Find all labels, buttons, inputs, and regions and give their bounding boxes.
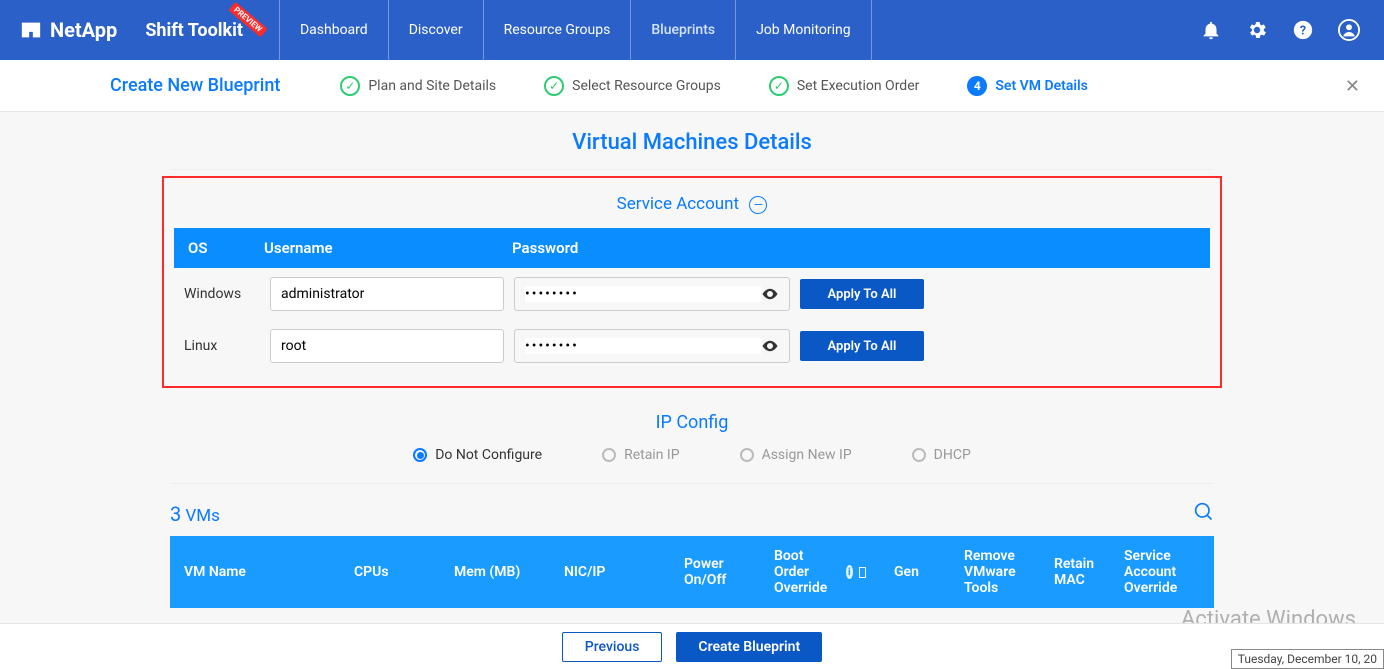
ip-config-options: Do Not Configure Retain IP Assign New IP… xyxy=(0,447,1384,483)
ip-opt-retain[interactable]: Retain IP xyxy=(602,447,680,463)
step-execution-order[interactable]: ✓ Set Execution Order xyxy=(769,76,920,96)
service-account-box: Service Account — OS Username Password W… xyxy=(162,176,1222,388)
ip-opt-dhcp[interactable]: DHCP xyxy=(912,447,971,463)
nav-job-monitoring[interactable]: Job Monitoring xyxy=(735,0,872,60)
col-username: Username xyxy=(264,239,512,257)
col-boot-label: Boot Order Override xyxy=(774,548,842,596)
bell-icon[interactable] xyxy=(1200,19,1222,41)
nav-blueprints[interactable]: Blueprints xyxy=(630,0,735,60)
search-icon[interactable] xyxy=(1194,502,1214,526)
ip-config-title: IP Config xyxy=(0,412,1384,433)
step-label: Set VM Details xyxy=(995,78,1087,94)
linux-username-input[interactable] xyxy=(270,329,504,363)
svc-table-header: OS Username Password xyxy=(174,228,1210,268)
svc-row-linux: Linux Apply To All xyxy=(174,320,1210,372)
vm-count-num: 3 xyxy=(170,502,181,526)
apply-all-linux-button[interactable]: Apply To All xyxy=(800,331,924,361)
divider xyxy=(170,169,1214,170)
previous-button[interactable]: Previous xyxy=(562,632,663,662)
ip-opt-assign[interactable]: Assign New IP xyxy=(740,447,852,463)
linux-password-input[interactable] xyxy=(525,338,761,354)
create-blueprint-button[interactable]: Create Blueprint xyxy=(676,632,822,662)
svc-row-windows: Windows Apply To All xyxy=(174,268,1210,320)
radio-label: Do Not Configure xyxy=(435,447,542,463)
vm-count: 3 VMs xyxy=(170,502,220,526)
radio-icon xyxy=(413,448,427,462)
step-number-icon: 4 xyxy=(967,76,987,96)
taskbar-date-tooltip: Tuesday, December 10, 20 xyxy=(1231,649,1384,669)
vm-table-header: VM Name CPUs Mem (MB) NIC/IP Power On/Of… xyxy=(170,536,1214,608)
divider xyxy=(170,483,1214,484)
svc-title-text: Service Account xyxy=(617,194,739,214)
col-boot-override: Boot Order Override i xyxy=(760,548,880,596)
service-account-card: Service Account — OS Username Password W… xyxy=(162,176,1222,388)
apply-all-windows-button[interactable]: Apply To All xyxy=(800,279,924,309)
col-remove-tools: Remove VMware Tools xyxy=(950,548,1040,596)
windows-username-input[interactable] xyxy=(270,277,504,311)
windows-password-wrap xyxy=(514,277,790,311)
netapp-logo-icon xyxy=(20,19,42,41)
section-title: Virtual Machines Details xyxy=(0,130,1384,155)
col-sa-override: Service Account Override xyxy=(1110,548,1200,596)
vm-count-label: VMs xyxy=(185,506,219,526)
col-power: Power On/Off xyxy=(670,556,760,588)
wizard-steps: ✓ Plan and Site Details ✓ Select Resource … xyxy=(340,76,1087,96)
wizard-title: Create New Blueprint xyxy=(110,75,280,96)
check-icon: ✓ xyxy=(340,76,360,96)
col-password: Password xyxy=(512,239,798,257)
boot-override-checkbox[interactable] xyxy=(859,567,866,578)
wizard-footer: Previous Create Blueprint xyxy=(0,623,1384,669)
col-retain-mac: Retain MAC xyxy=(1040,556,1110,588)
col-mem: Mem (MB) xyxy=(440,564,550,580)
radio-label: Assign New IP xyxy=(762,447,852,463)
check-icon: ✓ xyxy=(544,76,564,96)
product-name: Shift Toolkit PREVIEW xyxy=(145,20,243,41)
check-icon: ✓ xyxy=(769,76,789,96)
radio-icon xyxy=(912,448,926,462)
step-label: Plan and Site Details xyxy=(368,78,496,94)
step-resource-groups[interactable]: ✓ Select Resource Groups xyxy=(544,76,721,96)
radio-icon xyxy=(602,448,616,462)
gear-icon[interactable] xyxy=(1246,19,1268,41)
nav-dashboard[interactable]: Dashboard xyxy=(279,0,388,60)
page-body: Virtual Machines Details Service Account… xyxy=(0,112,1384,608)
eye-icon[interactable] xyxy=(761,285,779,303)
top-nav: Dashboard Discover Resource Groups Bluep… xyxy=(279,0,872,60)
nav-resource-groups[interactable]: Resource Groups xyxy=(483,0,631,60)
radio-icon xyxy=(740,448,754,462)
nav-discover[interactable]: Discover xyxy=(388,0,483,60)
col-os: OS xyxy=(174,239,264,257)
col-cpus: CPUs xyxy=(340,564,440,580)
os-label: Linux xyxy=(174,338,260,354)
col-vm-name: VM Name xyxy=(170,564,340,580)
info-icon[interactable]: i xyxy=(846,565,854,579)
windows-password-input[interactable] xyxy=(525,286,761,302)
eye-icon[interactable] xyxy=(761,337,779,355)
radio-label: DHCP xyxy=(934,447,971,463)
top-right-icons: ? xyxy=(1200,19,1360,41)
col-gen: Gen xyxy=(880,564,950,580)
vm-count-bar: 3 VMs xyxy=(170,502,1214,526)
step-plan[interactable]: ✓ Plan and Site Details xyxy=(340,76,496,96)
top-bar: NetApp Shift Toolkit PREVIEW Dashboard D… xyxy=(0,0,1384,60)
product-text: Shift Toolkit xyxy=(145,20,243,41)
service-account-title: Service Account — xyxy=(174,194,1210,214)
brand: NetApp xyxy=(20,18,117,42)
step-label: Select Resource Groups xyxy=(572,78,721,94)
collapse-icon[interactable]: — xyxy=(749,196,767,214)
step-bar: Create New Blueprint ✓ Plan and Site Deta… xyxy=(0,60,1384,112)
col-nic: NIC/IP xyxy=(550,564,670,580)
close-button[interactable]: ✕ xyxy=(1345,76,1360,97)
ip-opt-no-configure[interactable]: Do Not Configure xyxy=(413,447,542,463)
help-icon[interactable]: ? xyxy=(1292,19,1314,41)
radio-label: Retain IP xyxy=(624,447,680,463)
svg-text:?: ? xyxy=(1300,24,1306,39)
step-label: Set Execution Order xyxy=(797,78,920,94)
linux-password-wrap xyxy=(514,329,790,363)
step-vm-details[interactable]: 4 Set VM Details xyxy=(967,76,1087,96)
brand-text: NetApp xyxy=(50,18,117,42)
os-label: Windows xyxy=(174,286,260,302)
user-icon[interactable] xyxy=(1338,19,1360,41)
